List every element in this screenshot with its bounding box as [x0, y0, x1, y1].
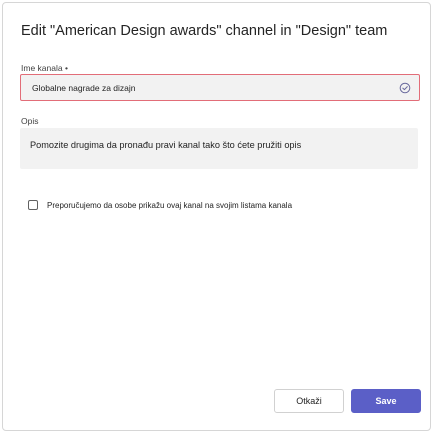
- description-label: Opis: [21, 116, 39, 126]
- recommend-channel-label[interactable]: Preporučujemo da osobe prikažu ovaj kana…: [47, 201, 292, 210]
- save-button[interactable]: Save: [351, 389, 421, 413]
- channel-name-value[interactable]: Globalne nagrade za dizajn: [32, 83, 399, 93]
- check-circle-icon: [399, 82, 411, 94]
- edit-channel-dialog: Edit "American Design awards" channel in…: [2, 2, 431, 431]
- dialog-title: Edit "American Design awards" channel in…: [21, 23, 388, 39]
- channel-name-label: Ime kanala •: [21, 63, 68, 73]
- cancel-button[interactable]: Otkaži: [274, 389, 344, 413]
- recommend-channel-option[interactable]: Preporučujemo da osobe prikažu ovaj kana…: [28, 200, 292, 210]
- recommend-channel-checkbox[interactable]: [28, 200, 38, 210]
- description-placeholder[interactable]: Pomozite drugima da pronađu pravi kanal …: [30, 140, 301, 150]
- channel-name-input[interactable]: Globalne nagrade za dizajn: [20, 74, 420, 101]
- description-input[interactable]: Pomozite drugima da pronađu pravi kanal …: [20, 128, 418, 169]
